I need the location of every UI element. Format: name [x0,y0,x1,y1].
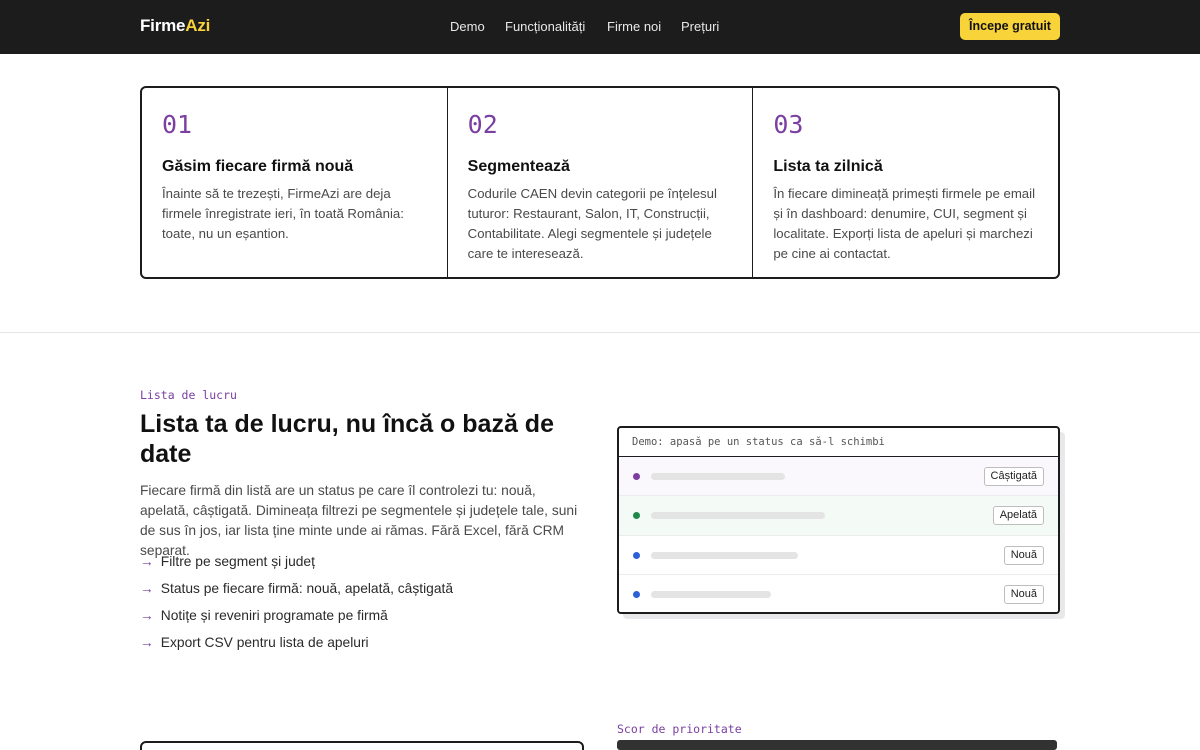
step-title: Găsim fiecare firmă nouă [162,158,354,175]
section-eyebrow: Lista de lucru [140,388,237,402]
feature-text: Filtre pe segment și județ [160,554,315,569]
nav-link-demo[interactable]: Demo [450,19,485,34]
arrow-right-icon: → [140,608,154,623]
status-dot [633,551,640,559]
demo-row: Nouă [619,535,1058,575]
feature-list: → Filtre pe segment și județ → Status pe f… [140,554,453,662]
status-toggle-button[interactable]: Apelată [992,506,1044,526]
step-description: În fiecare dimineață primești firmele pe… [773,186,1036,261]
step-title: Lista ta zilnică [773,158,883,175]
status-toggle-button[interactable]: Nouă [1003,545,1044,565]
feature-text: Notițe și reveniri programate pe firmă [160,608,388,623]
arrow-right-icon: → [140,581,154,596]
next-section-title-peek [617,740,1057,750]
status-dot [633,473,640,480]
step-number: 02 [467,110,498,139]
arrow-right-icon: → [140,554,154,569]
placeholder-bar [651,590,771,598]
demo-row: Câștigată [619,457,1058,497]
step-1: 01 Găsim fiecare firmă nouă Înainte să t… [142,88,448,277]
step-description: Înainte să te trezești, FirmeAzi are dej… [162,186,404,241]
step-description: Codurile CAEN devin categorii pe înțeles… [467,186,717,261]
step-title: Segmentează [467,158,570,175]
arrow-right-icon: → [140,635,154,650]
demo-row: Apelată [619,496,1058,536]
section-divider [0,332,1200,333]
placeholder-bar [651,512,825,520]
step-number: 01 [162,110,193,139]
section-lead: Fiecare firmă din listă are un status pe… [140,483,578,558]
feature-item: → Status pe fiecare firmă: nouă, apelată,… [140,581,453,608]
feature-item: → Export CSV pentru lista de apeluri [140,635,453,662]
feature-text: Status pe fiecare firmă: nouă, apelată, … [160,581,454,596]
status-toggle-button[interactable]: Câștigată [983,467,1044,486]
demo-row: Nouă [619,574,1058,612]
title-peek-bar [617,740,1057,750]
start-free-button[interactable]: Începe gratuit [960,13,1060,40]
demo-widget: Demo: apasă pe un status ca să-l schimbi… [617,426,1060,614]
demo-header: Demo: apasă pe un status ca să-l schimbi [619,428,1058,457]
feature-item: → Filtre pe segment și județ [140,554,453,581]
status-toggle-button[interactable]: Nouă [1003,584,1044,604]
nav-link-features[interactable]: Funcționalități [505,19,585,34]
placeholder-bar [651,551,798,559]
feature-item: → Notițe și reveniri programate pe firmă [140,608,453,635]
top-navbar: FirmeAzi Demo Funcționalități Firme noi … [0,0,1200,54]
status-dot [633,512,640,520]
status-dot [633,590,640,598]
section-title: Lista ta de lucru, nu încă o bază de dat… [140,410,554,468]
nav-link-new-companies[interactable]: Firme noi [607,19,661,34]
placeholder-bar [651,473,785,480]
nav-link-pricing[interactable]: Prețuri [681,19,719,34]
next-section-card [140,741,584,750]
feature-text: Export CSV pentru lista de apeluri [160,635,369,650]
step-2: 02 Segmentează Codurile CAEN devin categ… [448,88,754,277]
step-3: 03 Lista ta zilnică În fiecare dimineață… [753,88,1058,277]
step-number: 03 [773,110,804,139]
steps-card: 01 Găsim fiecare firmă nouă Înainte să t… [140,86,1060,279]
section-eyebrow: Scor de prioritate [617,722,742,736]
